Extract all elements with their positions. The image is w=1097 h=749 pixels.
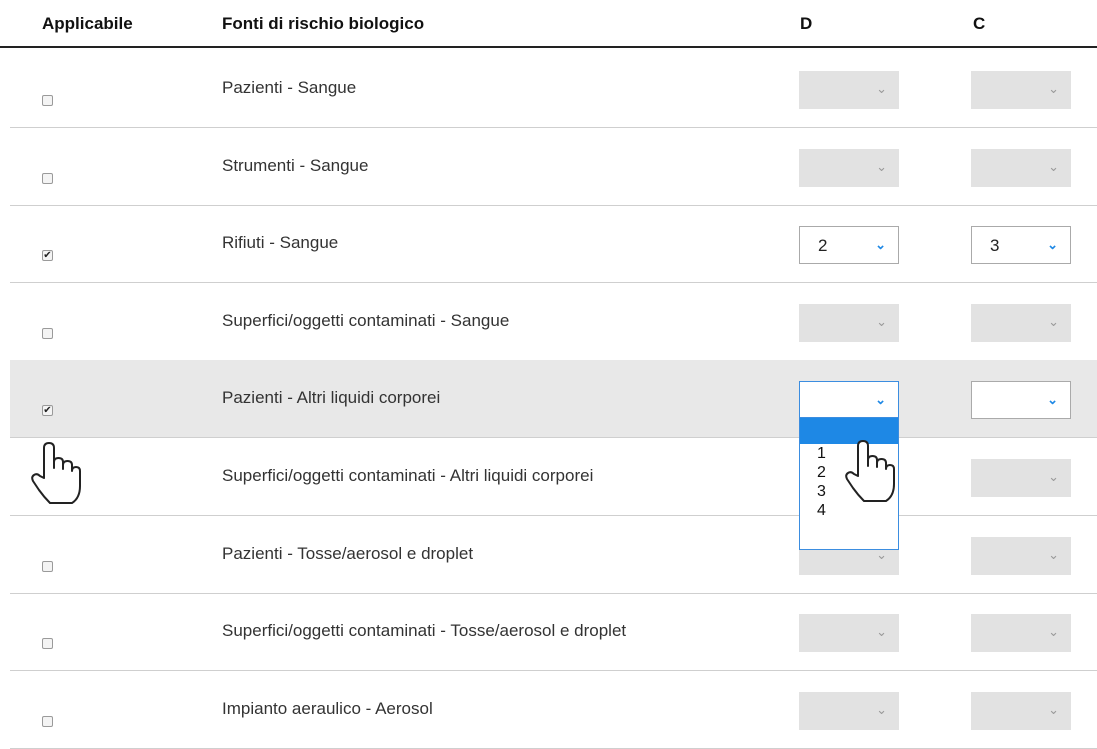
d-select[interactable]: 2 ⌄ [799,226,899,265]
risk-source-label: Pazienti - Altri liquidi corporei [222,388,441,408]
c-select[interactable]: ⌄ [971,459,1071,497]
header-source: Fonti di rischio biologico [222,14,425,33]
d-select[interactable]: ⌄ [799,303,899,342]
applicable-checkbox[interactable] [42,95,53,106]
applicable-checkbox[interactable]: ✔ [42,405,53,417]
table-row: ✔ Rifiuti - Sangue 2 ⌄ 3 ⌄ [10,205,1097,284]
c-select[interactable]: ⌄ [971,614,1071,653]
table-row: Impianto aeraulico - Aerosol ⌄ ⌄ [10,671,1097,749]
chevron-down-icon: ⌄ [1048,313,1059,329]
risk-source-label: Pazienti - Sangue [222,78,357,97]
header-d: D [800,14,813,33]
chevron-down-icon: ⌄ [876,701,887,717]
chevron-down-icon: ⌄ [1048,469,1059,484]
c-select-value: 3 [990,236,1000,256]
check-icon: ✔ [43,250,52,262]
header-c: C [973,14,986,33]
d-select-value: 2 [818,236,828,256]
table-header: Applicabile Fonti di rischio biologico D… [0,0,1097,48]
risk-source-label: Superfici/oggetti contaminati - Sangue [222,310,510,330]
chevron-down-icon: ⌄ [875,237,886,253]
table-row: Superfici/oggetti contaminati - Sangue ⌄ ⌄ [10,283,1097,361]
header-applicable: Applicabile [42,14,133,33]
applicable-checkbox[interactable] [42,327,53,339]
c-select[interactable]: ⌄ [971,148,1071,187]
applicable-checkbox[interactable] [42,638,53,650]
applicable-checkbox[interactable] [42,560,53,572]
chevron-down-icon: ⌄ [1048,701,1059,717]
table-row: Superfici/oggetti contaminati - Tosse/ae… [10,593,1097,672]
chevron-down-icon: ⌄ [1047,237,1058,253]
d-select[interactable]: ⌄ [799,71,899,109]
risk-source-label: Superfici/oggetti contaminati - Tosse/ae… [222,621,627,641]
d-select[interactable]: ⌄ [799,381,899,420]
chevron-down-icon: ⌄ [1048,158,1059,174]
c-select[interactable]: ⌄ [971,303,1071,342]
table-row: ✔ Pazienti - Altri liquidi corporei ⌄ ⌄ [10,360,1097,439]
d-select[interactable]: ⌄ [799,691,899,730]
c-select[interactable]: ⌄ [971,691,1071,730]
table-row: Superfici/oggetti contaminati - Altri li… [10,438,1097,516]
risk-source-label: Rifiuti - Sangue [222,233,339,253]
applicable-checkbox[interactable]: ✔ [42,250,53,262]
hand-pointer-icon [845,440,895,502]
chevron-down-icon: ⌄ [876,624,887,640]
chevron-down-icon: ⌄ [1047,392,1058,408]
c-select[interactable]: ⌄ [971,71,1071,109]
table-row: Strumenti - Sangue ⌄ ⌄ [10,128,1097,206]
risk-source-label: Superfici/oggetti contaminati - Altri li… [222,466,594,485]
chevron-down-icon: ⌄ [876,81,887,96]
table-row: Pazienti - Sangue ⌄ ⌄ [10,50,1097,128]
c-select[interactable]: 3 ⌄ [971,226,1071,265]
applicable-checkbox[interactable] [42,172,53,184]
risk-source-label: Pazienti - Tosse/aerosol e droplet [222,543,474,563]
chevron-down-icon: ⌄ [875,392,886,408]
d-select[interactable]: ⌄ [799,148,899,187]
d-select[interactable]: ⌄ [799,614,899,653]
risk-source-label: Strumenti - Sangue [222,155,369,175]
c-select[interactable]: ⌄ [971,381,1071,420]
chevron-down-icon: ⌄ [1048,624,1059,640]
table-row: Pazienti - Tosse/aerosol e droplet ⌄ ⌄ [10,516,1097,594]
chevron-down-icon: ⌄ [1048,546,1059,562]
hand-pointer-icon [31,442,81,504]
check-icon: ✔ [43,405,52,417]
applicable-checkbox[interactable] [42,715,53,727]
risk-source-label: Impianto aeraulico - Aerosol [222,698,433,718]
chevron-down-icon: ⌄ [876,158,887,174]
chevron-down-icon: ⌄ [876,313,887,329]
chevron-down-icon: ⌄ [1048,81,1059,96]
c-select[interactable]: ⌄ [971,536,1071,575]
